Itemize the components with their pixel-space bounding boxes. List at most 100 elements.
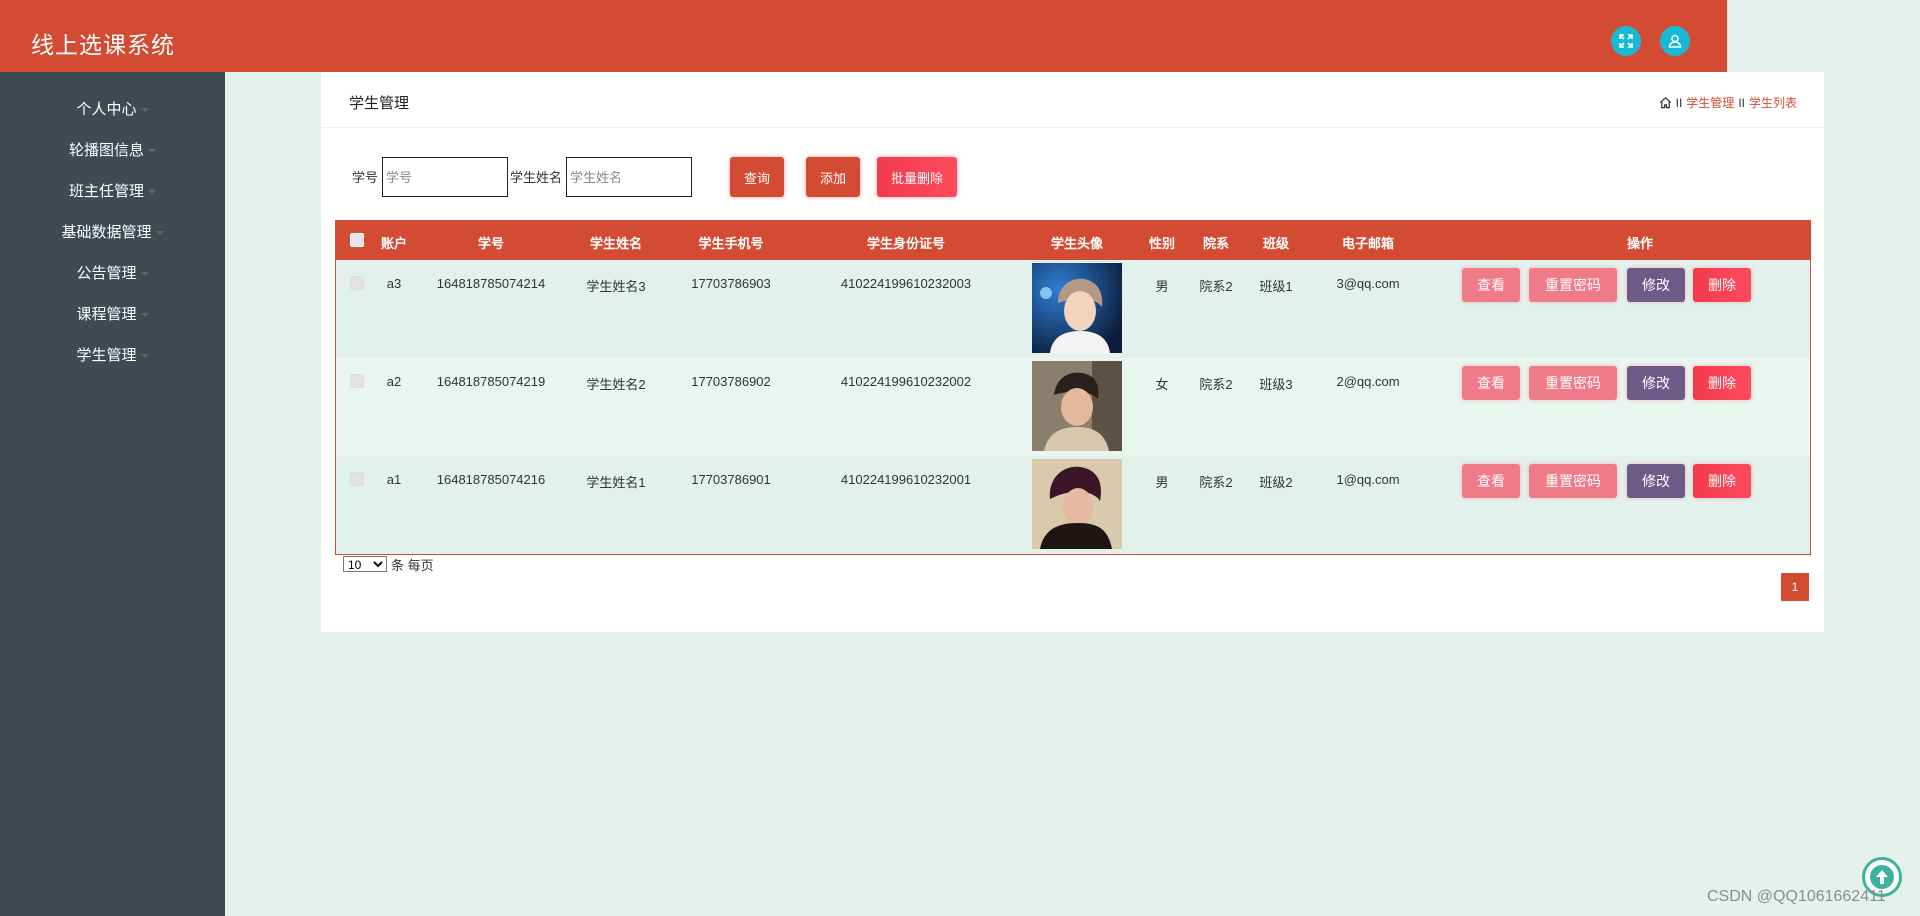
- sidebar-item-label: 公告管理: [76, 265, 137, 282]
- sidebar-item-label: 学生管理: [76, 347, 137, 364]
- column-header: 学生身份证号: [866, 236, 945, 251]
- fullscreen-button[interactable]: [1611, 26, 1641, 56]
- cell-student-no: 164818785074216: [436, 472, 546, 487]
- column-header: 院系: [1202, 236, 1229, 251]
- avatar-photo-icon: [1032, 263, 1122, 353]
- student-table: 账户 学号 学生姓名 学生手机号 学生身份证号 学生头像 性别 院系 班级 电子…: [335, 220, 1811, 555]
- cell-phone: 17703786902: [691, 374, 771, 389]
- student-avatar: [1032, 263, 1122, 353]
- cell-email: 1@qq.com: [1336, 472, 1400, 487]
- breadcrumb-separator: II: [1675, 95, 1683, 110]
- row-checkbox[interactable]: [350, 276, 364, 290]
- caret-down-icon: [140, 272, 149, 277]
- page-size-label: 条 每页: [391, 558, 434, 573]
- cell-student-no: 164818785074219: [436, 374, 546, 389]
- cell-name: 学生姓名3: [586, 279, 646, 294]
- table-row: a3 164818785074214 学生姓名3 17703786903 410…: [336, 260, 1810, 358]
- table-header: 账户 学号 学生姓名 学生手机号 学生身份证号 学生头像 性别 院系 班级 电子…: [336, 221, 1810, 260]
- sidebar-item-label: 基础数据管理: [61, 224, 152, 241]
- column-header: 学生姓名: [589, 236, 642, 251]
- user-button[interactable]: [1660, 26, 1690, 56]
- delete-button[interactable]: 删除: [1693, 464, 1751, 498]
- cell-phone: 17703786901: [691, 472, 771, 487]
- column-header: 电子邮箱: [1341, 236, 1394, 251]
- cell-name: 学生姓名1: [586, 475, 646, 490]
- sidebar-item-courses[interactable]: 课程管理: [0, 301, 225, 329]
- column-header: 学生手机号: [698, 236, 764, 251]
- breadcrumb: II 学生管理 II 学生列表: [1659, 94, 1797, 111]
- table-row: a2 164818785074219 学生姓名2 17703786902 410…: [336, 358, 1810, 456]
- view-button[interactable]: 查看: [1462, 464, 1520, 498]
- cell-account: a2: [386, 374, 402, 389]
- cell-name: 学生姓名2: [586, 377, 646, 392]
- sidebar-item-announcements[interactable]: 公告管理: [0, 260, 225, 288]
- cell-department: 院系2: [1199, 279, 1233, 294]
- view-button[interactable]: 查看: [1462, 268, 1520, 302]
- column-header: 班级: [1262, 236, 1289, 251]
- reset-password-button[interactable]: 重置密码: [1529, 366, 1617, 400]
- cell-gender: 女: [1155, 377, 1169, 392]
- home-icon[interactable]: [1659, 96, 1672, 109]
- student-no-input[interactable]: [382, 157, 508, 197]
- page-button-current[interactable]: 1: [1781, 573, 1809, 601]
- arrow-up-icon: [1870, 865, 1894, 889]
- user-icon: [1668, 34, 1682, 48]
- view-button[interactable]: 查看: [1462, 366, 1520, 400]
- cell-phone: 17703786903: [691, 276, 771, 291]
- edit-button[interactable]: 修改: [1627, 366, 1685, 400]
- batch-delete-button[interactable]: 批量删除: [877, 157, 957, 197]
- caret-down-icon: [140, 354, 149, 359]
- sidebar-item-personal-center[interactable]: 个人中心: [0, 96, 225, 124]
- sidebar-item-label: 个人中心: [76, 101, 137, 118]
- student-no-label: 学号: [352, 170, 379, 185]
- cell-class: 班级1: [1259, 279, 1293, 294]
- reset-password-button[interactable]: 重置密码: [1529, 464, 1617, 498]
- page-title: 学生管理: [349, 95, 410, 112]
- caret-down-icon: [148, 190, 156, 195]
- breadcrumb-student-management[interactable]: 学生管理: [1686, 94, 1734, 111]
- breadcrumb-student-list[interactable]: 学生列表: [1749, 94, 1797, 111]
- student-name-label: 学生姓名: [510, 170, 563, 185]
- sidebar-item-carousel[interactable]: 轮播图信息: [0, 137, 225, 165]
- student-name-input[interactable]: [566, 157, 692, 197]
- cell-id-card: 410224199610232003: [840, 276, 972, 291]
- cell-department: 院系2: [1199, 475, 1233, 490]
- caret-down-icon: [140, 313, 149, 318]
- cell-gender: 男: [1155, 279, 1169, 294]
- panel-header: 学生管理 II 学生管理 II 学生列表: [321, 72, 1824, 128]
- sidebar-item-label: 课程管理: [76, 306, 137, 323]
- sidebar-item-students[interactable]: 学生管理: [0, 342, 225, 370]
- cell-id-card: 410224199610232002: [840, 374, 972, 389]
- cell-account: a3: [386, 276, 402, 291]
- breadcrumb-separator: II: [1738, 95, 1745, 110]
- caret-down-icon: [140, 108, 149, 113]
- avatar-photo-icon: [1032, 459, 1122, 549]
- cell-class: 班级2: [1259, 475, 1293, 490]
- query-button[interactable]: 查询: [730, 157, 784, 197]
- caret-down-icon: [148, 149, 156, 154]
- cell-id-card: 410224199610232001: [840, 472, 972, 487]
- column-header: 操作: [1626, 236, 1653, 251]
- add-button[interactable]: 添加: [806, 157, 860, 197]
- row-checkbox[interactable]: [350, 472, 364, 486]
- sidebar-item-basic-data[interactable]: 基础数据管理: [0, 219, 225, 247]
- edit-button[interactable]: 修改: [1627, 268, 1685, 302]
- page-size-select[interactable]: 10: [343, 556, 387, 572]
- student-avatar: [1032, 361, 1122, 451]
- column-header: 账户: [380, 236, 407, 251]
- sidebar-item-label: 班主任管理: [68, 183, 144, 200]
- sidebar-item-label: 轮播图信息: [68, 142, 144, 159]
- select-all-checkbox[interactable]: [350, 233, 364, 247]
- delete-button[interactable]: 删除: [1693, 268, 1751, 302]
- edit-button[interactable]: 修改: [1627, 464, 1685, 498]
- sidebar-item-head-teacher[interactable]: 班主任管理: [0, 178, 225, 206]
- cell-class: 班级3: [1259, 377, 1293, 392]
- delete-button[interactable]: 删除: [1693, 366, 1751, 400]
- cell-gender: 男: [1155, 475, 1169, 490]
- caret-down-icon: [155, 231, 164, 236]
- table-row: a1 164818785074216 学生姓名1 17703786901 410…: [336, 456, 1810, 554]
- row-checkbox[interactable]: [350, 374, 364, 388]
- avatar-photo-icon: [1032, 361, 1122, 451]
- column-header: 学号: [477, 236, 504, 251]
- reset-password-button[interactable]: 重置密码: [1529, 268, 1617, 302]
